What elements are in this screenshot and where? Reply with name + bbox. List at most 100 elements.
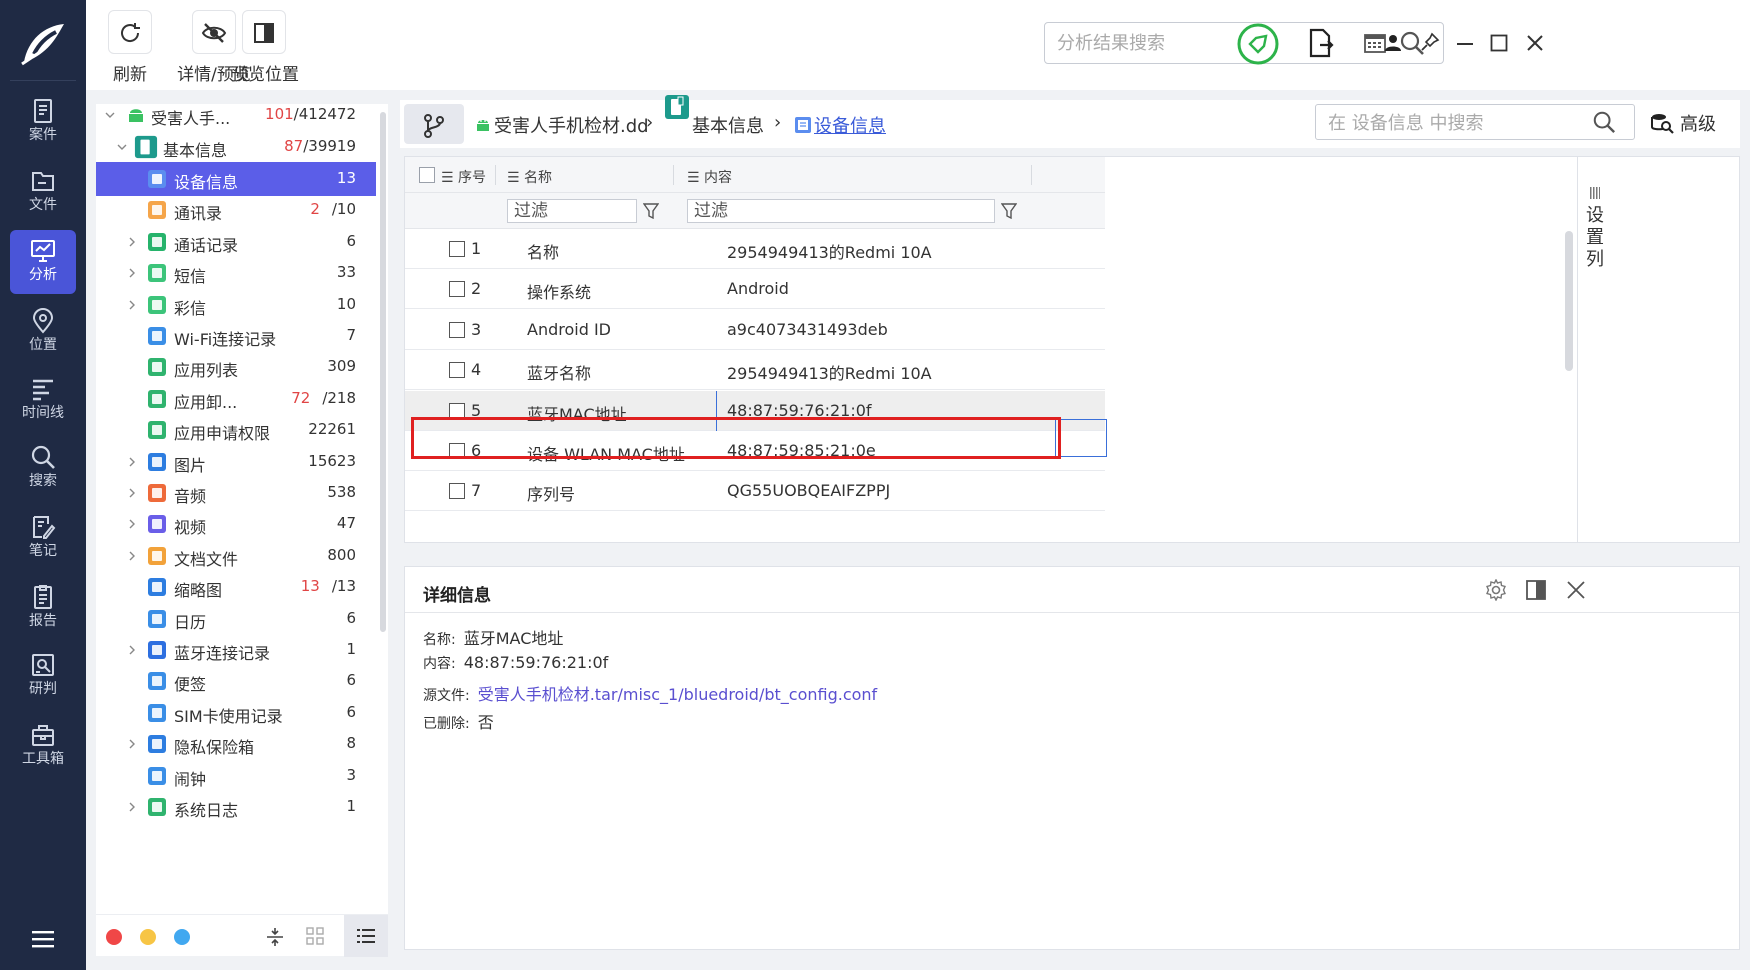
table-row[interactable]: 5 蓝牙MAC地址 48:87:59:76:21:0f xyxy=(405,390,1105,431)
chevron-right-icon[interactable] xyxy=(126,801,138,813)
tree-item[interactable]: 视频 47 xyxy=(96,507,376,541)
content-filter-input[interactable]: 过滤 xyxy=(687,199,995,223)
user-icon[interactable] xyxy=(1384,34,1402,52)
chevron-down-icon[interactable] xyxy=(104,109,116,121)
preview-position-button[interactable]: 预览位置 xyxy=(231,10,299,85)
chevron-right-icon[interactable] xyxy=(126,267,138,279)
grid-view-icon[interactable] xyxy=(306,927,324,945)
selected-extra-cell[interactable] xyxy=(1055,419,1107,457)
table-row[interactable]: 3 Android ID a9c4073431493deb xyxy=(405,310,1105,350)
chevron-right-icon[interactable] xyxy=(126,487,138,499)
tree-item[interactable]: 应用卸... 72/218 xyxy=(96,382,376,416)
tree-item[interactable]: 通话记录 6 xyxy=(96,225,376,259)
chevron-right-icon[interactable] xyxy=(126,236,138,248)
breadcrumb-current[interactable]: 设备信息 xyxy=(814,112,886,138)
col-content-header[interactable]: ☰ 内容 xyxy=(687,167,732,187)
breadcrumb-file[interactable]: 受害人手机检材.dd xyxy=(494,112,649,138)
table-row[interactable]: 7 序列号 QG55UOBQEAIFZPPJ xyxy=(405,471,1105,512)
col-no-header[interactable]: ☰ 序号 xyxy=(441,167,486,187)
table-scrollbar[interactable] xyxy=(1565,231,1573,371)
chevron-right-icon[interactable] xyxy=(126,518,138,530)
name-filter-input[interactable]: 过滤 xyxy=(507,199,637,223)
nav-item-judge[interactable]: 研判 xyxy=(10,644,76,708)
tree-item[interactable]: 图片 15623 xyxy=(96,445,376,479)
tree-item[interactable]: 文档文件 800 xyxy=(96,539,376,573)
nav-item-note[interactable]: 笔记 xyxy=(10,506,76,570)
local-search-input[interactable] xyxy=(1328,111,1588,135)
nav-label: 搜索 xyxy=(29,473,57,489)
tree-item[interactable]: 通讯录 2/10 xyxy=(96,193,376,227)
tree-item[interactable]: 日历 6 xyxy=(96,602,376,636)
select-all-checkbox[interactable] xyxy=(419,167,435,183)
nav-item-toolbox[interactable]: 工具箱 xyxy=(10,714,76,778)
refresh-button[interactable]: 刷新 xyxy=(108,10,152,85)
nav-item-timeline[interactable]: 时间线 xyxy=(10,368,76,432)
tree-item[interactable]: 便签 6 xyxy=(96,664,376,698)
chevron-right-icon[interactable] xyxy=(126,644,138,656)
yellow-dot-icon[interactable] xyxy=(140,929,156,945)
tree-item[interactable]: 隐私保险箱 8 xyxy=(96,727,376,761)
table-row[interactable]: 1 名称 2954949413的Redmi 10A xyxy=(405,229,1105,269)
nav-item-search[interactable]: 搜索 xyxy=(10,436,76,500)
nav-item-folder[interactable]: 文件 xyxy=(10,160,76,224)
tree-item[interactable]: 系统日志 1 xyxy=(96,790,376,824)
row-checkbox[interactable] xyxy=(449,483,465,500)
maximize-icon[interactable] xyxy=(1490,34,1508,52)
row-checkbox[interactable] xyxy=(449,281,465,298)
list-view-button[interactable] xyxy=(344,915,388,957)
tree-group[interactable]: 基本信息 87/39919 xyxy=(96,130,376,164)
chevron-right-icon[interactable] xyxy=(126,550,138,562)
table-row[interactable]: 6 设备 WLAN MAC地址 48:87:59:85:21:0e xyxy=(405,431,1105,471)
tree-item[interactable]: 闹钟 3 xyxy=(96,759,376,793)
nav-item-report[interactable]: 报告 xyxy=(10,576,76,640)
tree-item[interactable]: 彩信 10 xyxy=(96,288,376,322)
filter-icon[interactable] xyxy=(1001,203,1017,219)
tree-scrollbar[interactable] xyxy=(380,112,386,632)
search-icon[interactable] xyxy=(1592,110,1616,134)
gear-icon[interactable] xyxy=(1485,579,1507,601)
local-search-box[interactable] xyxy=(1315,104,1635,140)
tree-item[interactable]: 应用申请权限 22261 xyxy=(96,413,376,447)
source-file-link[interactable]: 受害人手机检材.tar/misc_1/bluedroid/bt_config.c… xyxy=(478,685,877,704)
minimize-icon[interactable] xyxy=(1456,42,1474,46)
red-dot-icon[interactable] xyxy=(106,929,122,945)
collapse-all-icon[interactable] xyxy=(266,927,284,947)
row-checkbox[interactable] xyxy=(449,321,465,338)
tree-item[interactable]: 应用列表 309 xyxy=(96,350,376,384)
chevron-down-icon[interactable] xyxy=(116,141,128,153)
col-name-header[interactable]: ☰ 名称 xyxy=(507,167,552,187)
branch-button[interactable] xyxy=(404,104,464,144)
chevron-right-icon[interactable] xyxy=(126,299,138,311)
blue-dot-icon[interactable] xyxy=(174,929,190,945)
tree-item[interactable]: 蓝牙连接记录 1 xyxy=(96,633,376,667)
nav-item-analysis[interactable]: 分析 xyxy=(10,230,76,294)
close-icon[interactable] xyxy=(1565,579,1587,601)
nav-item-location[interactable]: 位置 xyxy=(10,300,76,364)
table-row[interactable]: 4 蓝牙名称 2954949413的Redmi 10A xyxy=(405,350,1105,391)
row-checkbox[interactable] xyxy=(449,241,465,257)
filter-icon[interactable] xyxy=(643,203,659,219)
export-file-icon[interactable] xyxy=(1308,28,1334,58)
row-checkbox[interactable] xyxy=(449,362,465,379)
chevron-right-icon[interactable] xyxy=(126,456,138,468)
tree-item[interactable]: Wi-Fi连接记录 7 xyxy=(96,319,376,353)
tree-item[interactable]: 短信 33 xyxy=(96,256,376,290)
close-window-icon[interactable] xyxy=(1526,34,1544,52)
row-name: 序列号 xyxy=(527,485,576,505)
table-row[interactable]: 2 操作系统 Android xyxy=(405,269,1105,310)
tree-item[interactable]: 设备信息 13 xyxy=(96,162,376,196)
column-settings-button[interactable]: 设置列 xyxy=(1577,157,1611,542)
pin-icon[interactable] xyxy=(1420,32,1440,52)
menu-icon[interactable] xyxy=(30,928,56,950)
breadcrumb-group[interactable]: 基本信息 xyxy=(692,112,764,138)
tree-root[interactable]: 受害人手... 101/412472 xyxy=(96,98,376,132)
tree-item[interactable]: SIM卡使用记录 6 xyxy=(96,696,376,730)
chevron-right-icon[interactable] xyxy=(126,738,138,750)
shield-check-icon[interactable] xyxy=(1236,22,1280,66)
tree-item[interactable]: 缩略图 13/13 xyxy=(96,570,376,604)
row-checkbox[interactable] xyxy=(449,443,465,459)
row-checkbox[interactable] xyxy=(449,402,465,419)
nav-item-case[interactable]: 案件 xyxy=(10,90,76,154)
split-panel-icon[interactable] xyxy=(1525,579,1547,601)
tree-item[interactable]: 音频 538 xyxy=(96,476,376,510)
